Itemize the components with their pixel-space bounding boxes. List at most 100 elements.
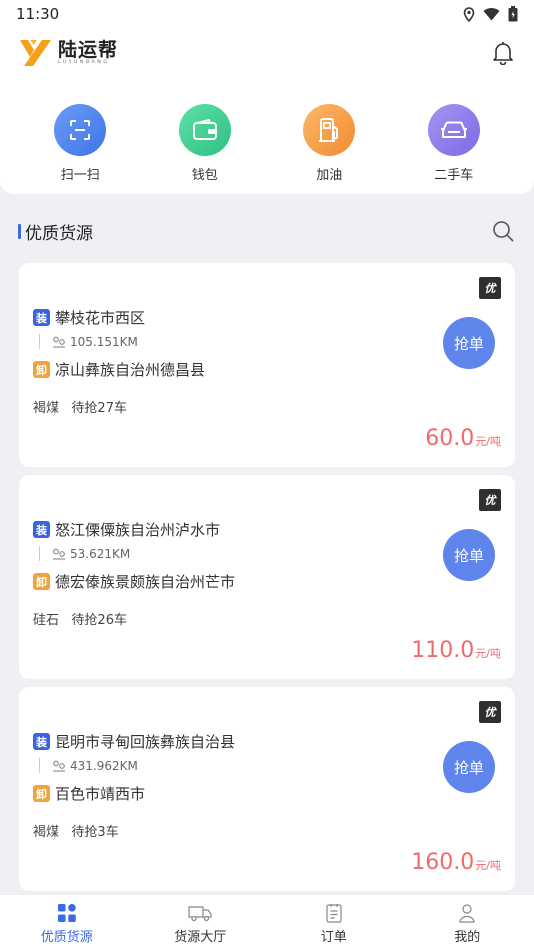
goods-type: 褐煤 (33, 401, 60, 416)
route-icon (53, 548, 65, 560)
goods-info: 褐煤 待抢27车 (33, 397, 127, 416)
distance-row: 105.151KM (39, 334, 138, 349)
price-value: 60.0 (425, 426, 475, 451)
unload-tag: 卸 (33, 361, 50, 378)
bottom-tab-bar: 优质货源 货源大厅 订单 我的 (0, 894, 534, 950)
origin-row: 装 昆明市寻甸回族彝族自治县 (33, 731, 235, 752)
wallet-icon (178, 104, 231, 156)
price: 160.0 元/吨 (411, 850, 501, 875)
distance-row: 53.621KM (39, 546, 130, 561)
distance-text: 431.962KM (70, 758, 138, 773)
route-connector (39, 546, 40, 561)
tab-label: 货源大厅 (174, 930, 227, 945)
tab-cargo-hall[interactable]: 货源大厅 (150, 895, 250, 950)
app-logo: 陆运帮 LUYUNBANG (20, 40, 118, 66)
remaining-trucks: 待抢26车 (71, 613, 127, 628)
wifi-icon (483, 7, 500, 21)
destination-address: 凉山彝族自治州德昌县 (55, 361, 206, 379)
distance-row: 431.962KM (39, 758, 138, 773)
price-unit: 元/吨 (475, 647, 501, 660)
origin-address: 怒江傈僳族自治州泸水市 (55, 521, 221, 539)
distance-text: 53.621KM (70, 546, 131, 561)
destination-address: 德宏傣族景颇族自治州芒市 (55, 573, 236, 591)
quick-used-car[interactable]: 二手车 (404, 78, 504, 194)
status-bar: 11:30 (0, 0, 534, 28)
origin-row: 装 怒江傈僳族自治州泸水市 (33, 519, 220, 540)
status-icons (463, 6, 518, 22)
goods-type: 褐煤 (33, 825, 60, 840)
goods-type: 硅石 (33, 613, 60, 628)
price-unit: 元/吨 (475, 859, 501, 872)
load-tag: 装 (33, 733, 50, 750)
section-title: 优质货源 (18, 219, 93, 244)
goods-info: 硅石 待抢26车 (33, 609, 127, 628)
quick-scan-label: 扫一扫 (60, 168, 100, 183)
order-icon (326, 904, 342, 923)
premium-badge: 优 (479, 277, 501, 299)
quick-fuel[interactable]: 加油 (279, 78, 379, 194)
goods-info: 褐煤 待抢3车 (33, 821, 119, 840)
price: 60.0 元/吨 (425, 426, 501, 451)
remaining-trucks: 待抢3车 (71, 825, 119, 840)
status-time: 11:30 (16, 5, 60, 23)
cargo-card[interactable]: 优 装 昆明市寻甸回族彝族自治县 431.962KM 卸 百色市靖西市 褐煤 待… (19, 687, 515, 891)
unload-tag: 卸 (33, 573, 50, 590)
quick-scan[interactable]: 扫一扫 (30, 78, 130, 194)
search-icon[interactable] (492, 220, 514, 242)
route-connector (39, 334, 40, 349)
price-unit: 元/吨 (475, 435, 501, 448)
section-accent-bar (18, 223, 21, 239)
tab-mine[interactable]: 我的 (417, 895, 517, 950)
unload-tag: 卸 (33, 785, 50, 802)
section-title-text: 优质货源 (25, 223, 93, 244)
premium-badge: 优 (479, 489, 501, 511)
cargo-card[interactable]: 优 装 怒江傈僳族自治州泸水市 53.621KM 卸 德宏傣族景颇族自治州芒市 … (19, 475, 515, 679)
quick-wallet[interactable]: 钱包 (155, 78, 255, 194)
load-tag: 装 (33, 521, 50, 538)
tab-label: 优质货源 (40, 930, 93, 945)
origin-row: 装 攀枝花市西区 (33, 307, 145, 328)
used-car-icon (427, 104, 480, 156)
battery-icon (508, 6, 518, 22)
route-icon (53, 336, 65, 348)
tab-label: 我的 (454, 930, 481, 945)
truck-icon (188, 906, 212, 922)
quick-wallet-label: 钱包 (191, 168, 218, 183)
premium-badge: 优 (479, 701, 501, 723)
quick-used-car-label: 二手车 (434, 168, 474, 183)
logo-mark-icon (20, 40, 51, 66)
price: 110.0 元/吨 (411, 638, 501, 663)
origin-address: 昆明市寻甸回族彝族自治县 (55, 733, 236, 751)
quick-actions: 扫一扫 钱包 加油 二手车 (0, 78, 534, 194)
grab-order-button[interactable]: 抢单 (443, 317, 495, 369)
grid-icon (57, 904, 76, 922)
remaining-trucks: 待抢27车 (71, 401, 127, 416)
destination-address: 百色市靖西市 (55, 785, 146, 803)
tab-label: 订单 (320, 930, 347, 945)
load-tag: 装 (33, 309, 50, 326)
section-header: 优质货源 (0, 208, 534, 254)
scan-icon (54, 104, 107, 156)
quick-fuel-label: 加油 (316, 168, 343, 183)
destination-row: 卸 凉山彝族自治州德昌县 (33, 359, 205, 380)
price-value: 160.0 (411, 850, 475, 875)
route-icon (53, 760, 65, 772)
destination-row: 卸 德宏傣族景颇族自治州芒市 (33, 571, 235, 592)
grab-order-button[interactable]: 抢单 (443, 741, 495, 793)
fuel-icon (303, 104, 356, 156)
tab-premium-cargo[interactable]: 优质货源 (17, 895, 117, 950)
user-icon (459, 904, 475, 923)
logo-text: 陆运帮 (58, 39, 119, 61)
tab-orders[interactable]: 订单 (284, 895, 384, 950)
destination-row: 卸 百色市靖西市 (33, 783, 145, 804)
bell-icon[interactable] (492, 41, 514, 65)
cargo-card[interactable]: 优 装 攀枝花市西区 105.151KM 卸 凉山彝族自治州德昌县 褐煤 待抢2… (19, 263, 515, 467)
cargo-list: 优 装 攀枝花市西区 105.151KM 卸 凉山彝族自治州德昌县 褐煤 待抢2… (19, 263, 515, 899)
app-header: 陆运帮 LUYUNBANG (0, 28, 534, 78)
distance-text: 105.151KM (70, 334, 138, 349)
grab-order-button[interactable]: 抢单 (443, 529, 495, 581)
price-value: 110.0 (411, 638, 475, 663)
location-icon (463, 6, 475, 22)
route-connector (39, 758, 40, 773)
logo-subtext: LUYUNBANG (58, 60, 110, 65)
